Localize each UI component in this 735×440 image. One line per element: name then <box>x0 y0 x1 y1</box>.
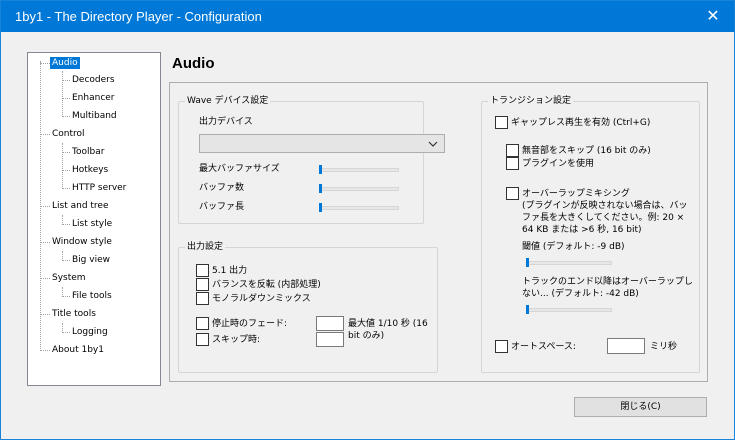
tree-item-system[interactable]: System <box>52 272 86 284</box>
buffer-length-slider[interactable] <box>319 206 399 210</box>
tree-connector <box>40 206 50 207</box>
settings-tree: Audio Decoders Enhancer Multiband Contro… <box>27 52 161 386</box>
output-settings-group: 出力設定 5.1 出力 バランスを反転 (内部処理) モノラルダウンミックス 停… <box>178 242 438 373</box>
balance-reverse-checkbox[interactable] <box>196 278 209 291</box>
buffer-count-label: バッファ数 <box>199 183 245 193</box>
use-plugin-label: プラグインを使用 <box>522 159 595 169</box>
tree-branch-line <box>62 143 63 189</box>
skip-silence-label: 無音部をスキップ (16 bit のみ) <box>522 146 651 156</box>
tree-item-hotkeys[interactable]: Hotkeys <box>72 164 108 176</box>
buffer-length-label: バッファ長 <box>199 202 245 212</box>
fade-stop-label: 停止時のフェード: <box>212 319 288 329</box>
tree-item-file-tools[interactable]: File tools <box>72 290 112 302</box>
mono-downmix-checkbox[interactable] <box>196 292 209 305</box>
autospace-label: オートスペース: <box>511 342 576 352</box>
tree-item-big-view[interactable]: Big view <box>72 254 110 266</box>
audio-panel: Wave デバイス設定 出力デバイス 最大バッファサイズ バッファ数 バッファ長… <box>169 82 708 382</box>
tree-item-window-style[interactable]: Window style <box>52 236 112 248</box>
window-title: 1by1 - The Directory Player - Configurat… <box>15 9 262 24</box>
chevron-down-icon <box>428 141 438 147</box>
output-settings-group-label: 出力設定 <box>185 242 226 253</box>
track-end-label: トラックのエンド以降はオーバーラップしない... (デフォルト: -42 dB) <box>522 277 693 299</box>
buffer-length-slider-thumb[interactable] <box>319 203 322 212</box>
output-device-label: 出力デバイス <box>199 117 253 127</box>
close-button[interactable]: 閉じる(C) <box>574 397 707 417</box>
tree-item-list-and-tree[interactable]: List and tree <box>52 200 109 212</box>
threshold-slider-thumb[interactable] <box>526 258 529 267</box>
balance-reverse-label: バランスを反転 (内部処理) <box>212 280 321 290</box>
tree-connector <box>62 224 70 225</box>
output-device-select[interactable] <box>199 134 445 153</box>
fade-stop-input[interactable] <box>316 316 344 331</box>
tree-connector <box>62 98 70 99</box>
skip-fade-input[interactable] <box>316 332 344 347</box>
tree-connector <box>62 332 70 333</box>
tree-item-http-server[interactable]: HTTP server <box>72 182 126 194</box>
tree-connector <box>40 350 50 351</box>
buffer-count-slider[interactable] <box>319 187 399 191</box>
overlap-mixing-checkbox[interactable] <box>506 187 519 200</box>
tree-item-decoders[interactable]: Decoders <box>72 74 115 86</box>
tree-branch-line <box>62 71 63 117</box>
tree-item-control[interactable]: Control <box>52 128 85 140</box>
tree-connector <box>40 314 50 315</box>
output-51-label: 5.1 出力 <box>212 266 248 276</box>
autospace-checkbox[interactable] <box>495 340 508 353</box>
page-title: Audio <box>172 55 215 72</box>
output-51-checkbox[interactable] <box>196 264 209 277</box>
tree-connector <box>62 116 70 117</box>
tree-connector <box>40 134 50 135</box>
tree-connector <box>40 242 50 243</box>
wave-device-group: Wave デバイス設定 出力デバイス 最大バッファサイズ バッファ数 バッファ長 <box>178 96 445 224</box>
tree-item-logging[interactable]: Logging <box>72 326 108 338</box>
tree-connector <box>40 278 50 279</box>
tree-item-multiband[interactable]: Multiband <box>72 110 117 122</box>
overlap-note: (プラグインが反映されない場合は、バッファ長を大きくしてください。例: 20 ×… <box>522 201 688 235</box>
config-window: 1by1 - The Directory Player - Configurat… <box>0 0 735 440</box>
title-bar[interactable]: 1by1 - The Directory Player - Configurat… <box>1 1 734 32</box>
gapless-checkbox[interactable] <box>495 116 508 129</box>
tree-item-toolbar[interactable]: Toolbar <box>72 146 104 158</box>
autospace-unit: ミリ秒 <box>650 342 678 352</box>
track-end-slider[interactable] <box>526 308 612 312</box>
skip-fade-label: スキップ時: <box>212 335 261 345</box>
buffer-size-slider[interactable] <box>319 168 399 172</box>
tree-connector <box>62 188 70 189</box>
mono-downmix-label: モノラルダウンミックス <box>212 294 311 304</box>
tree-item-audio[interactable]: Audio <box>50 57 80 69</box>
tree-item-enhancer[interactable]: Enhancer <box>72 92 115 104</box>
skip-fade-checkbox[interactable] <box>196 333 209 346</box>
tree-item-title-tools[interactable]: Title tools <box>52 308 96 320</box>
buffer-size-label: 最大バッファサイズ <box>199 164 280 174</box>
tree-connector <box>40 63 50 64</box>
max-value-note: 最大値 1/10 秒 (16 bit のみ) <box>348 319 428 341</box>
transition-group: トランジション設定 ギャップレス再生を有効 (Ctrl+G) 無音部をスキップ … <box>481 96 700 373</box>
autospace-input[interactable] <box>607 338 645 354</box>
buffer-count-slider-thumb[interactable] <box>319 184 322 193</box>
buffer-size-slider-thumb[interactable] <box>319 165 322 174</box>
tree-item-about[interactable]: About 1by1 <box>52 344 104 356</box>
close-window-icon[interactable]: ✕ <box>698 3 728 29</box>
fade-stop-checkbox[interactable] <box>196 317 209 330</box>
tree-connector <box>62 80 70 81</box>
tree-item-list-style[interactable]: List style <box>72 218 112 230</box>
tree-connector <box>62 170 70 171</box>
track-end-slider-thumb[interactable] <box>526 305 529 314</box>
transition-group-label: トランジション設定 <box>488 96 574 107</box>
threshold-label: 閾値 (デフォルト: -9 dB) <box>522 242 625 252</box>
wave-device-group-label: Wave デバイス設定 <box>185 96 271 107</box>
tree-connector <box>62 260 70 261</box>
skip-silence-checkbox[interactable] <box>506 144 519 157</box>
threshold-slider[interactable] <box>526 261 612 265</box>
overlap-mixing-label: オーバーラップミキシング <box>522 189 630 199</box>
tree-connector <box>62 296 70 297</box>
gapless-label: ギャップレス再生を有効 (Ctrl+G) <box>511 118 651 128</box>
tree-connector <box>62 152 70 153</box>
use-plugin-checkbox[interactable] <box>506 157 519 170</box>
